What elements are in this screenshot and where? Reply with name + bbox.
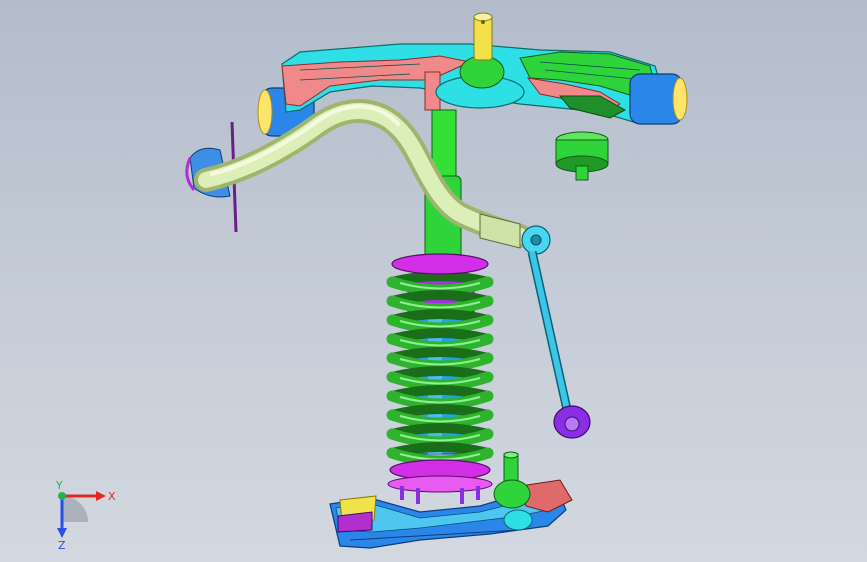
y-axis-label: Y [55, 479, 63, 492]
x-axis-label: X [108, 490, 116, 503]
stabilizer-bar[interactable] [194, 99, 532, 249]
suspension-assembly-model[interactable] [0, 0, 867, 562]
bump-stop-bushing[interactable] [555, 131, 609, 181]
y-axis-dot [58, 492, 66, 500]
z-axis-label: Z [58, 539, 66, 550]
triad-plane-indicator [62, 496, 88, 522]
stabilizer-end-link[interactable] [521, 225, 591, 439]
view-orientation-triad[interactable]: X Y Z [40, 478, 130, 550]
cad-viewport[interactable]: X Y Z [0, 0, 867, 562]
